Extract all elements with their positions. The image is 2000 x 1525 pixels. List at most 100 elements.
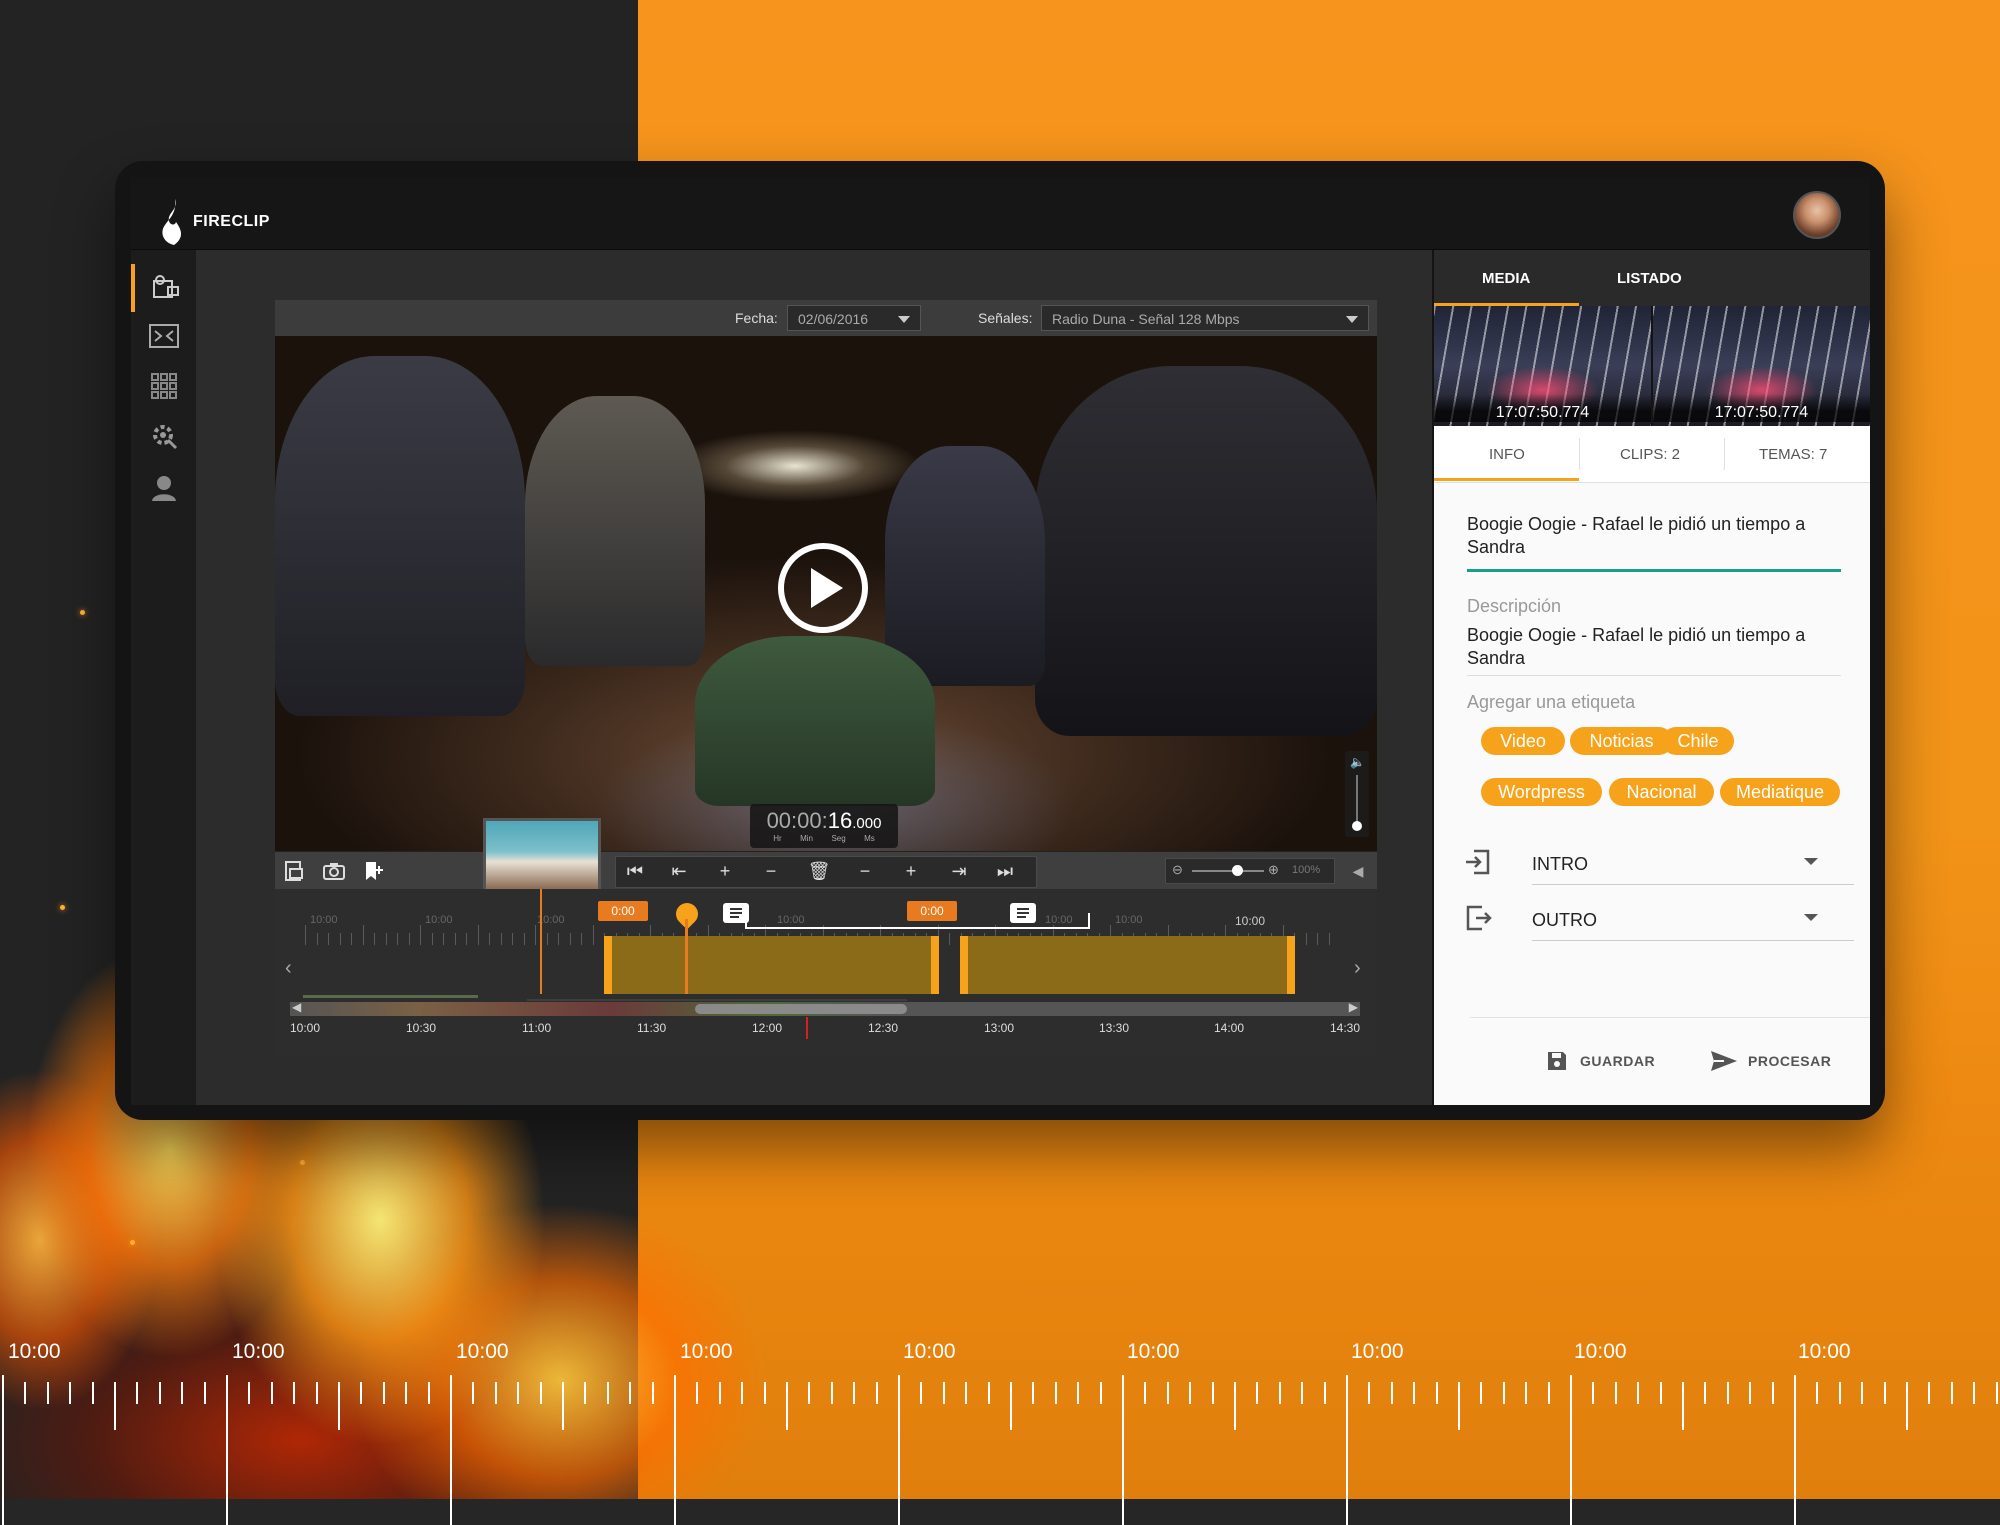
timeline-tick [1317,933,1318,945]
timeline-tick [592,925,594,945]
ruler-tick [629,1382,632,1404]
playhead-line [685,919,688,994]
tag-chip[interactable]: Wordpress [1481,778,1602,806]
timeline-scrollbar[interactable]: ◀ ▶ [290,1000,1360,1016]
scroll-left-arrow[interactable]: ◀ [292,1000,301,1014]
media-thumbnail[interactable]: 17:07:50.774 [1434,306,1651,426]
tab-info[interactable]: INFO [1489,446,1525,463]
ruler-tick [763,1382,766,1404]
timeline-tick [523,933,525,945]
scroll-handle[interactable] [695,1004,907,1014]
tag-chip[interactable]: Nacional [1609,778,1714,806]
tag-chip[interactable]: Mediatique [1720,778,1840,806]
ruler-tick [1682,1382,1684,1430]
add-icon[interactable]: + [712,858,738,884]
timecode-unit: Hr [773,834,782,843]
timeline[interactable]: 10:00 10:00 10:00 10:00 10:00 10:00 10:0… [275,889,1377,1055]
clip-segment[interactable] [604,936,939,994]
ruler-tick [226,1375,228,1525]
ruler-tick [875,1382,878,1404]
mark-out-icon[interactable]: ⇥ [946,858,972,884]
ruler-tick [1614,1382,1617,1404]
ruler-tick [1323,1382,1326,1404]
description-input[interactable]: Boogie Oogie - Rafael le pidió un tiempo… [1467,624,1837,670]
ruler-tick [1122,1375,1124,1525]
mute-icon[interactable]: ◀ [1345,858,1371,884]
ruler-tick [450,1375,452,1525]
timeline-tick [328,933,329,945]
video-player[interactable]: 00:00:16.000 Hr Min Seg Ms 🔈 [275,336,1377,851]
tab-temas[interactable]: TEMAS: 7 [1759,446,1827,463]
timeline-tick [477,925,479,945]
sidebar-item-settings[interactable] [131,412,196,460]
timeline-tick [397,933,398,945]
title-input[interactable]: Boogie Oogie - Rafael le pidió un tiempo… [1467,513,1837,559]
ruler-label: 10:00 [680,1340,733,1363]
timeline-cursor[interactable] [540,889,542,994]
zoom-out-icon[interactable]: ⊖ [1172,862,1183,878]
tab-media[interactable]: MEDIA [1482,270,1530,287]
sidebar-item-media-editor[interactable] [131,264,196,312]
tab-listado[interactable]: LISTADO [1617,270,1682,287]
play-button[interactable] [778,543,868,633]
timeline-left-arrow[interactable]: ‹ [285,957,292,980]
clip-time-badge: 0:00 [598,901,648,921]
skip-end-icon[interactable]: ⏭ [992,858,1018,884]
ruler-tick [562,1382,564,1430]
date-select[interactable]: 02/06/2016 [787,305,921,331]
hour-label: 12:00 [752,1021,783,1035]
minus-icon[interactable]: − [758,858,784,884]
save-button[interactable]: GUARDAR [1546,1050,1655,1072]
clip-icon[interactable] [281,858,307,884]
volume-slider[interactable]: 🔈 [1345,751,1369,837]
app-logo: FIRECLIP [161,199,270,245]
ruler-tick [718,1382,721,1404]
add-icon[interactable]: + [898,858,924,884]
signals-select[interactable]: Radio Duna - Señal 128 Mbps [1041,305,1369,331]
ruler-tick [1704,1382,1707,1404]
tag-chip[interactable]: Noticias [1570,727,1673,755]
delete-icon[interactable]: 🗑 [806,858,832,884]
ruler-tick [203,1382,206,1404]
scroll-right-arrow[interactable]: ▶ [1349,1000,1358,1014]
tag-input[interactable]: Agregar una etiqueta [1467,692,1635,713]
sidebar-item-user[interactable] [131,464,196,512]
comment-icon[interactable] [1010,903,1036,923]
sidebar-item-grid[interactable] [131,362,196,410]
minus-icon[interactable]: − [852,858,878,884]
outro-select[interactable]: OUTRO [1464,896,1854,942]
sidebar-item-clip-compare[interactable] [131,312,196,360]
skip-start-icon[interactable]: ⏮ [622,858,648,884]
media-panel: MEDIA LISTADO 17:07:50.774 17:07:50.774 … [1434,250,1870,1105]
ruler-tick [1883,1382,1886,1404]
process-button[interactable]: PROCESAR [1710,1050,1831,1072]
zoom-slider[interactable] [1192,870,1264,872]
ruler-tick [1637,1382,1640,1404]
ruler-tick [584,1382,587,1404]
media-thumbnail[interactable]: 17:07:50.774 [1653,306,1870,426]
zoom-in-icon[interactable]: ⊕ [1268,862,1279,878]
ruler-tick [898,1375,900,1525]
user-avatar[interactable] [1793,191,1841,239]
camera-icon[interactable] [321,858,347,884]
clip-segment[interactable] [960,936,1295,994]
decorative-ruler: 10:00 10:00 10:00 10:00 10:00 10:00 10:0… [0,1330,2000,1525]
spark [300,1160,305,1165]
ruler-tick [1256,1382,1259,1404]
intro-select[interactable]: INTRO [1464,840,1854,886]
tab-clips[interactable]: CLIPS: 2 [1620,446,1680,463]
chevron-down-icon [1346,316,1358,323]
tag-chip[interactable]: Chile [1662,727,1734,755]
volume-handle[interactable] [1352,821,1362,831]
spark [80,610,85,615]
mark-in-icon[interactable]: ⇤ [666,858,692,884]
tag-chip[interactable]: Video [1481,727,1565,755]
ruler-tick [1592,1382,1595,1404]
ruler-tick [1570,1375,1572,1525]
bookmark-add-icon[interactable] [361,858,387,884]
comment-icon[interactable] [723,903,749,923]
timecode-display: 00:00:16.000 Hr Min Seg Ms [750,804,898,848]
video-editor: Fecha: 02/06/2016 Señales: Radio Duna - … [275,300,1377,1055]
timeline-right-arrow[interactable]: › [1354,957,1361,980]
zoom-handle[interactable] [1232,865,1243,876]
